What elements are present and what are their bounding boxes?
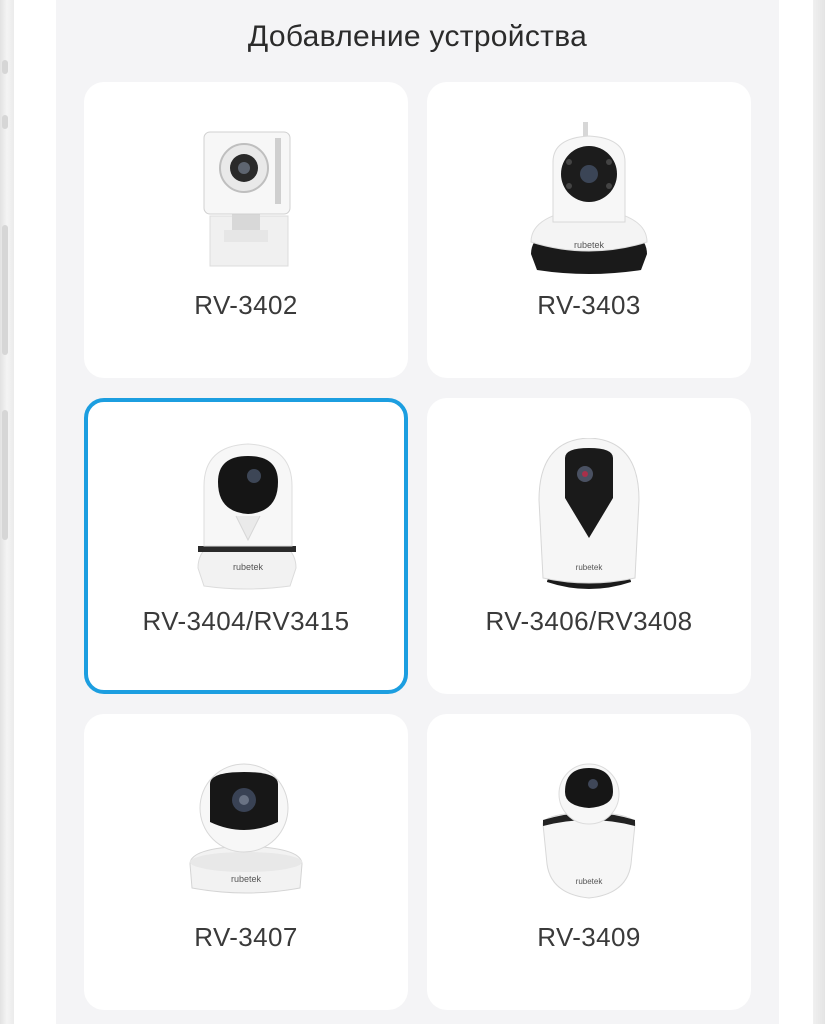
egg-camera-icon: rubetek [538,438,640,589]
phone-frame-right [813,0,825,1024]
device-card-rv-3407[interactable]: rubetek RV-3407 [84,714,408,1010]
phone-button [2,60,8,74]
brand-mark: rubetek [231,874,262,884]
volume-button [2,410,8,540]
device-label: RV-3404/RV3415 [142,606,350,636]
dome-camera-icon: rubetek [197,443,297,590]
device-label: RV-3403 [537,290,641,320]
device-card-rv-3406-rv3408[interactable]: rubetek RV-3406/RV3408 [427,398,751,694]
device-label: RV-3407 [194,922,298,952]
device-card-rv-3404-rv3415[interactable]: rubetek RV-3404/RV3415 [84,398,408,694]
phone-button [2,115,8,129]
device-label: RV-3409 [537,922,641,952]
round-ptz-camera-icon: rubetek [542,763,636,899]
screen: Добавление устройства RV-3402 rubetek RV… [56,0,779,1024]
volume-button [2,225,8,355]
phone-frame-left [0,0,14,1024]
brand-mark: rubetek [233,562,264,572]
device-label: RV-3406/RV3408 [485,606,693,636]
square-camera-icon [203,131,291,267]
brand-mark: rubetek [574,240,605,250]
device-card-rv-3402[interactable]: RV-3402 [84,82,408,378]
ball-camera-icon: rubetek [189,763,303,894]
device-label: RV-3402 [194,290,298,320]
ptz-antenna-camera-icon: rubetek [530,122,648,274]
device-card-rv-3409[interactable]: rubetek RV-3409 [427,714,751,1010]
brand-mark: rubetek [576,877,604,886]
device-card-rv-3403[interactable]: rubetek RV-3403 [427,82,751,378]
brand-mark: rubetek [576,563,604,572]
page-title: Добавление устройства [247,20,588,53]
